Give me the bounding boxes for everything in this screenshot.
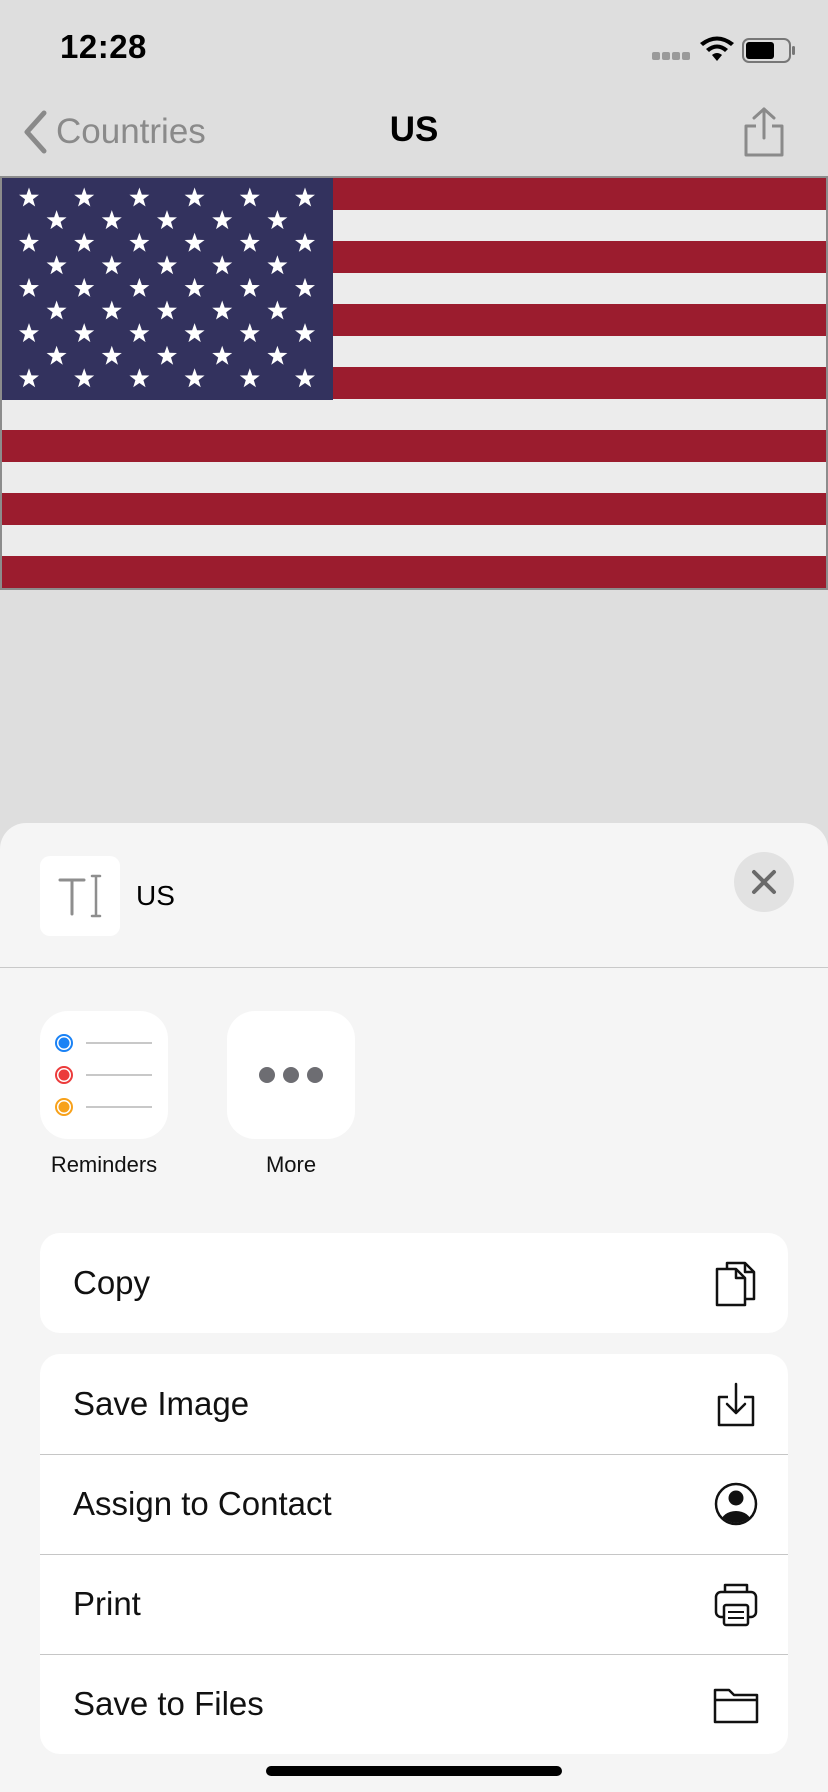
flag-star	[74, 187, 95, 207]
save-to-files-label: Save to Files	[73, 1685, 264, 1722]
more-apps-button[interactable]	[227, 1011, 355, 1139]
copy-action-group: Copy	[40, 1233, 788, 1333]
flag-star	[46, 345, 67, 365]
flag-star	[212, 345, 233, 365]
flag-star	[212, 210, 233, 230]
assign-to-contact-action[interactable]: Assign to Contact	[40, 1454, 788, 1554]
flag-star	[157, 300, 177, 320]
printer-icon	[714, 1583, 758, 1627]
print-action[interactable]: Print	[40, 1554, 788, 1654]
flag-red-stripe	[2, 430, 826, 462]
preview-title: US	[136, 880, 175, 911]
flag-star	[212, 255, 233, 275]
flag-star	[19, 277, 39, 297]
flag-star	[101, 210, 122, 230]
status-time: 12:28	[60, 28, 147, 65]
flag-star	[74, 323, 95, 343]
assign-to-contact-label: Assign to Contact	[73, 1485, 332, 1522]
flag-star	[295, 277, 315, 297]
flag-star	[212, 300, 233, 320]
flag-star	[19, 187, 39, 207]
flag-star	[295, 368, 315, 388]
flag-star	[101, 300, 122, 320]
flag-star	[184, 368, 205, 388]
flag-star	[129, 368, 150, 388]
copy-label: Copy	[73, 1264, 151, 1301]
flag-star	[239, 232, 260, 252]
copy-icon	[715, 1261, 756, 1307]
more-label: More	[265, 1152, 317, 1177]
reminders-app-button[interactable]	[40, 1011, 168, 1139]
save-image-action[interactable]: Save Image	[40, 1354, 788, 1454]
flag-star	[239, 187, 260, 207]
actions-group: Save Image Assign to Contact Print Save …	[40, 1354, 788, 1754]
flag-star	[101, 345, 122, 365]
flag-star	[239, 277, 260, 297]
page-title: US	[389, 110, 439, 149]
flag-star	[267, 255, 288, 275]
share-icon[interactable]	[740, 106, 788, 158]
flag-star	[74, 368, 95, 388]
flag-star	[46, 300, 67, 320]
flag-red-stripe	[2, 556, 826, 588]
reminders-label: Reminders	[50, 1152, 158, 1177]
flag-star	[129, 232, 150, 252]
flag-stars	[19, 187, 315, 388]
flag-star	[46, 210, 67, 230]
flag-star	[19, 323, 39, 343]
save-to-files-action[interactable]: Save to Files	[40, 1654, 788, 1754]
home-indicator	[266, 1766, 562, 1776]
flag-canton	[2, 178, 333, 400]
flag-star	[157, 345, 177, 365]
print-label: Print	[73, 1585, 141, 1622]
text-document-icon	[40, 856, 120, 936]
flag-star	[267, 345, 288, 365]
flag-star	[267, 300, 288, 320]
flag-star	[239, 368, 260, 388]
reminders-icon	[40, 1011, 168, 1139]
wifi-icon	[700, 36, 734, 61]
save-image-icon	[717, 1382, 755, 1427]
sheet-divider	[0, 967, 828, 968]
flag-red-stripe	[2, 493, 826, 525]
flag-star	[129, 323, 150, 343]
flag-star	[184, 232, 205, 252]
contact-icon	[714, 1482, 758, 1526]
flag-star	[19, 368, 39, 388]
flag-star	[184, 323, 205, 343]
cellular-signal-icon	[652, 52, 690, 62]
flag-star	[74, 277, 95, 297]
flag-star	[295, 323, 315, 343]
flag-star	[129, 277, 150, 297]
flag-star	[184, 277, 205, 297]
flag-image	[0, 176, 828, 590]
flag-star	[74, 232, 95, 252]
copy-action[interactable]: Copy	[40, 1233, 788, 1333]
flag-star	[19, 232, 39, 252]
flag-star	[267, 210, 288, 230]
close-icon	[752, 870, 776, 894]
flag-star	[157, 255, 177, 275]
flag-star	[46, 255, 67, 275]
flag-star	[295, 232, 315, 252]
battery-icon	[742, 38, 795, 63]
save-image-label: Save Image	[73, 1385, 250, 1422]
folder-icon	[713, 1688, 759, 1724]
flag-star	[101, 255, 122, 275]
close-button[interactable]	[734, 852, 794, 912]
flag-star	[239, 323, 260, 343]
flag-star	[157, 210, 177, 230]
flag-star	[184, 187, 205, 207]
flag-star	[295, 187, 315, 207]
flag-star	[129, 187, 150, 207]
more-icon	[227, 1011, 355, 1139]
